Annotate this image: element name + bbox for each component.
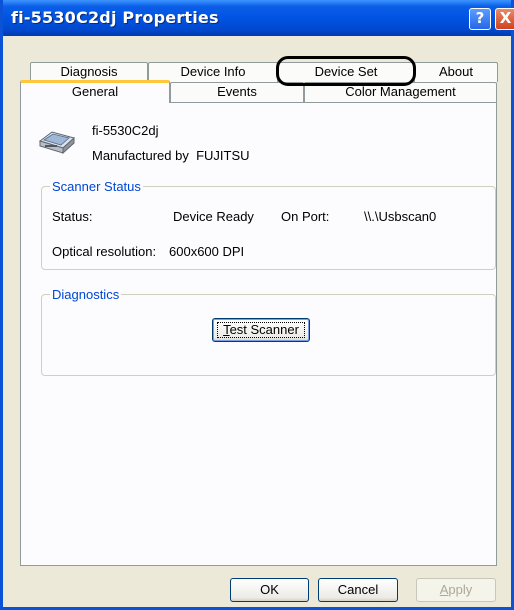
apply-button[interactable]: Apply — [416, 578, 496, 602]
test-scanner-button[interactable]: Test Scanner — [212, 318, 310, 342]
scanner-icon — [36, 126, 76, 158]
device-set-highlight-callout — [276, 56, 416, 86]
cancel-button[interactable]: Cancel — [318, 578, 398, 602]
tab-about[interactable]: About — [414, 62, 498, 82]
close-button[interactable]: X — [495, 8, 514, 30]
help-icon: ? — [475, 9, 485, 27]
resolution-value: 600x600 DPI — [169, 244, 245, 259]
close-icon: X — [499, 9, 512, 27]
tab-diagnosis[interactable]: Diagnosis — [30, 62, 148, 82]
port-value: \\.\Usbscan0 — [364, 209, 437, 224]
port-label: On Port: — [281, 209, 330, 224]
scanner-status-legend: Scanner Status — [50, 179, 143, 194]
diagnostics-legend: Diagnostics — [50, 287, 122, 302]
manufacturer-line: Manufactured by FUJITSU — [92, 148, 250, 163]
tab-general[interactable]: General — [20, 80, 170, 103]
help-button[interactable]: ? — [469, 8, 491, 30]
window-title: fi-5530C2dj Properties — [11, 8, 219, 27]
apply-label: pply — [448, 582, 473, 597]
device-name: fi-5530C2dj — [92, 123, 159, 138]
tab-device-info[interactable]: Device Info — [148, 62, 278, 82]
focus-rectangle — [217, 322, 305, 338]
status-label: Status: — [52, 209, 93, 224]
ok-button[interactable]: OK — [230, 578, 309, 602]
title-bar[interactable]: fi-5530C2dj Properties ? X — [3, 0, 514, 36]
manufacturer-label: Manufactured by — [92, 148, 189, 163]
resolution-label: Optical resolution: — [52, 244, 157, 259]
status-value: Device Ready — [173, 209, 254, 224]
manufacturer-value: FUJITSU — [196, 148, 250, 163]
